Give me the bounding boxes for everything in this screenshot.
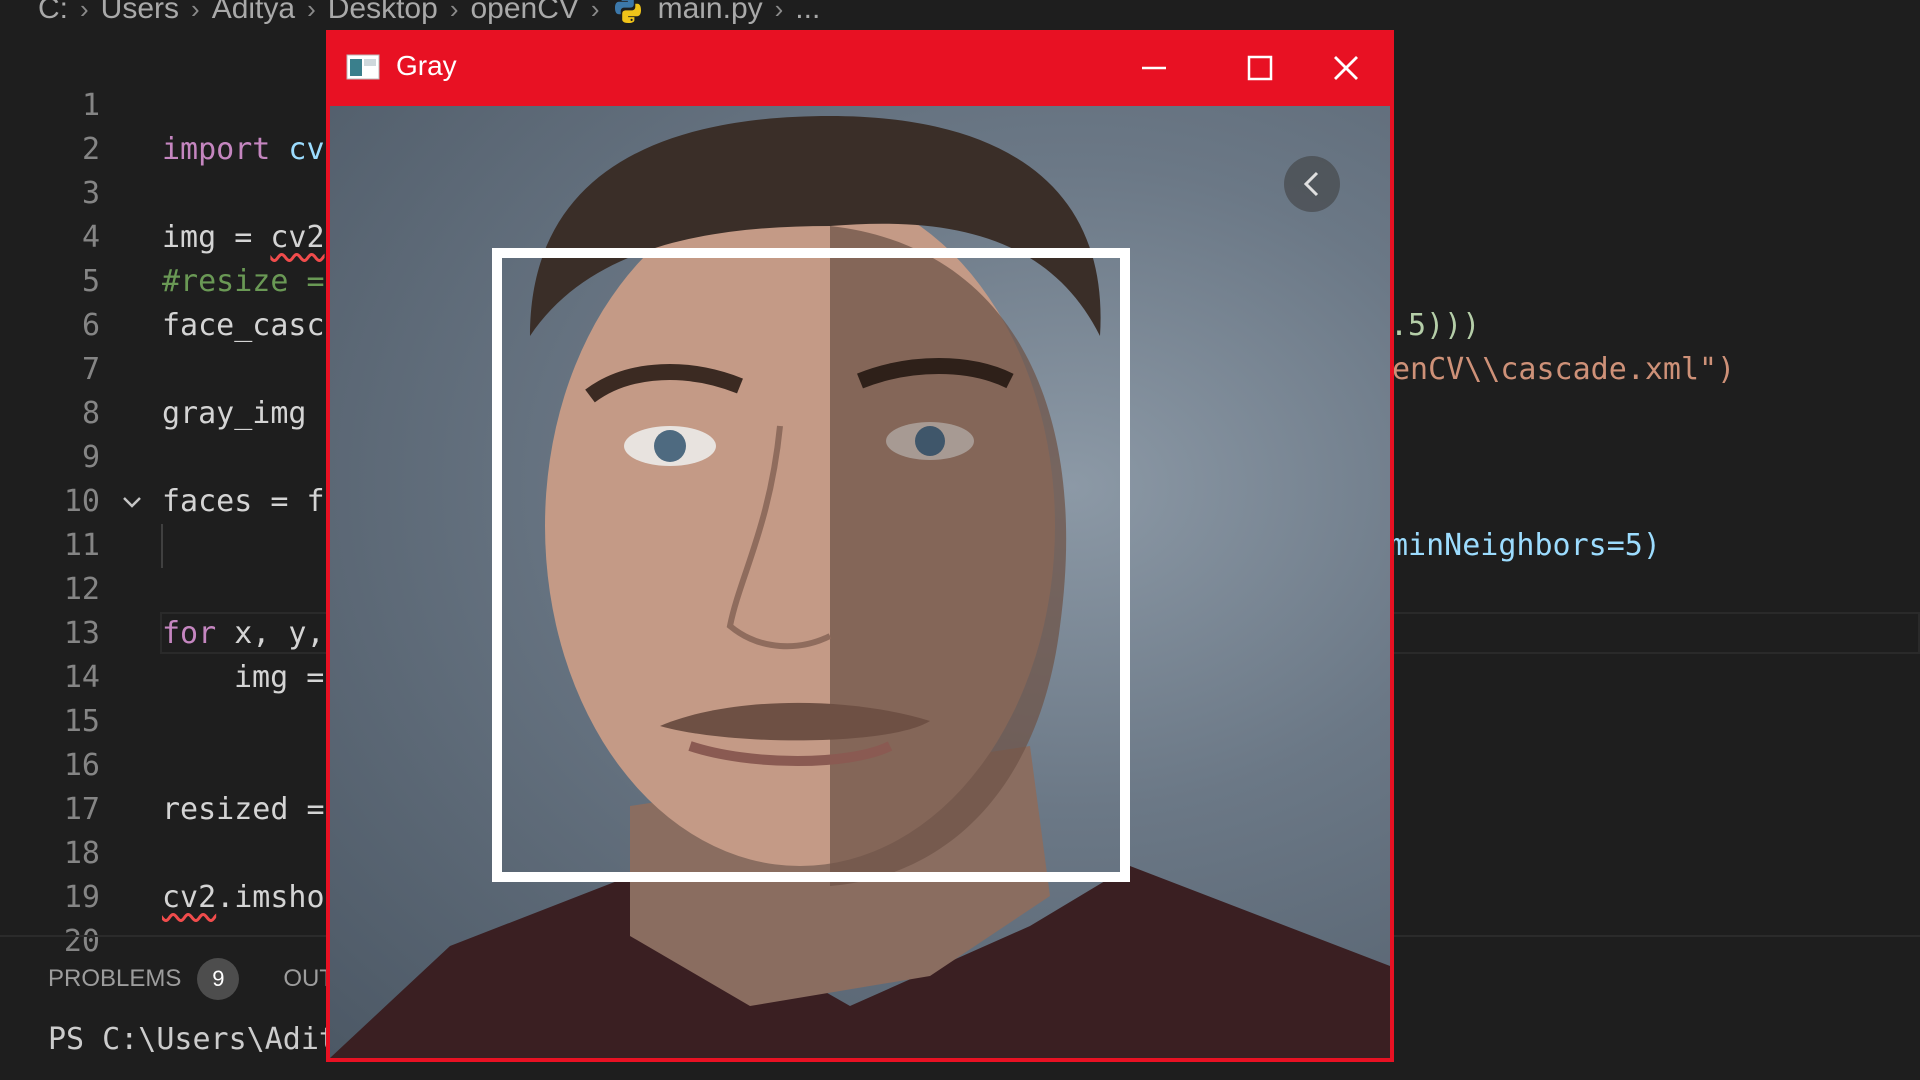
chevron-right-icon: › bbox=[590, 0, 600, 24]
window-app-icon bbox=[346, 54, 380, 80]
breadcrumb-item-desktop[interactable]: Desktop bbox=[328, 0, 438, 26]
maximize-icon bbox=[1247, 55, 1273, 81]
breadcrumb-item-drive[interactable]: C: bbox=[38, 0, 68, 26]
panel-tabs: PROBLEMS 9 OUT bbox=[48, 958, 334, 1000]
tab-problems[interactable]: PROBLEMS bbox=[48, 965, 181, 993]
breadcrumb-item-more[interactable]: ... bbox=[795, 0, 820, 26]
portrait-image bbox=[330, 106, 1390, 1058]
chevron-right-icon: › bbox=[191, 0, 200, 24]
previous-image-button[interactable] bbox=[1284, 156, 1340, 212]
breadcrumb-item-file[interactable]: main.py bbox=[658, 0, 763, 26]
breadcrumb-item-opencv[interactable]: openCV bbox=[470, 0, 578, 26]
minimize-button[interactable] bbox=[1108, 32, 1200, 104]
maximize-button[interactable] bbox=[1214, 32, 1306, 104]
terminal-prompt[interactable]: PS C:\Users\Adity bbox=[48, 1022, 355, 1057]
minimize-icon bbox=[1142, 66, 1166, 70]
window-title: Gray bbox=[396, 50, 457, 81]
breadcrumb: C: › Users › Aditya › Desktop › openCV ›… bbox=[0, 0, 1920, 26]
close-icon bbox=[1334, 56, 1358, 80]
problems-count-badge: 9 bbox=[197, 958, 240, 1000]
chevron-right-icon: › bbox=[774, 0, 784, 24]
breadcrumb-item-users[interactable]: Users bbox=[101, 0, 179, 26]
indent-guide bbox=[161, 524, 163, 568]
window-titlebar[interactable]: Gray bbox=[328, 32, 1392, 104]
face-detection-rectangle bbox=[492, 248, 1130, 882]
chevron-right-icon: › bbox=[307, 0, 316, 24]
chevron-left-icon bbox=[1303, 171, 1319, 197]
python-icon bbox=[614, 0, 641, 23]
breadcrumb-item-aditya[interactable]: Aditya bbox=[212, 0, 295, 26]
chevron-right-icon: › bbox=[449, 0, 459, 24]
chevron-down-icon[interactable] bbox=[120, 490, 144, 514]
chevron-right-icon: › bbox=[80, 0, 89, 24]
image-window[interactable]: Gray bbox=[326, 30, 1394, 1062]
close-button[interactable] bbox=[1300, 32, 1392, 104]
